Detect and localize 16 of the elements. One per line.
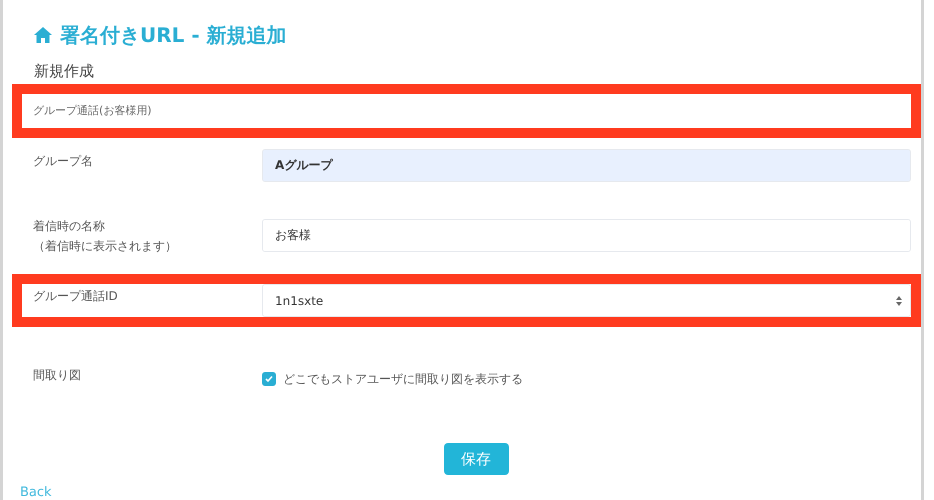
field-label: 着信時の名称 [33, 218, 106, 235]
updown-caret-icon [896, 296, 902, 306]
check-icon [265, 375, 273, 383]
text-field[interactable]: Aグループ [262, 149, 911, 182]
page-title: 署名付きURL - 新規追加 [60, 22, 287, 48]
field-label: グループ通話ID [33, 288, 119, 305]
select-field[interactable]: 1n1sxte [262, 284, 911, 317]
group-header: グループ通話(お客様用) [32, 103, 153, 119]
text-field[interactable]: お客様 [262, 218, 911, 252]
home-icon [34, 27, 52, 43]
field-sublabel: （着信時に表示されます） [33, 238, 178, 255]
checkbox-label: どこでもストアユーザに間取り図を表示する [283, 370, 523, 388]
field-label: 間取り図 [33, 367, 82, 384]
checkbox[interactable] [262, 372, 276, 386]
field-label: グループ名 [33, 153, 94, 170]
section-title: 新規作成 [34, 62, 95, 81]
